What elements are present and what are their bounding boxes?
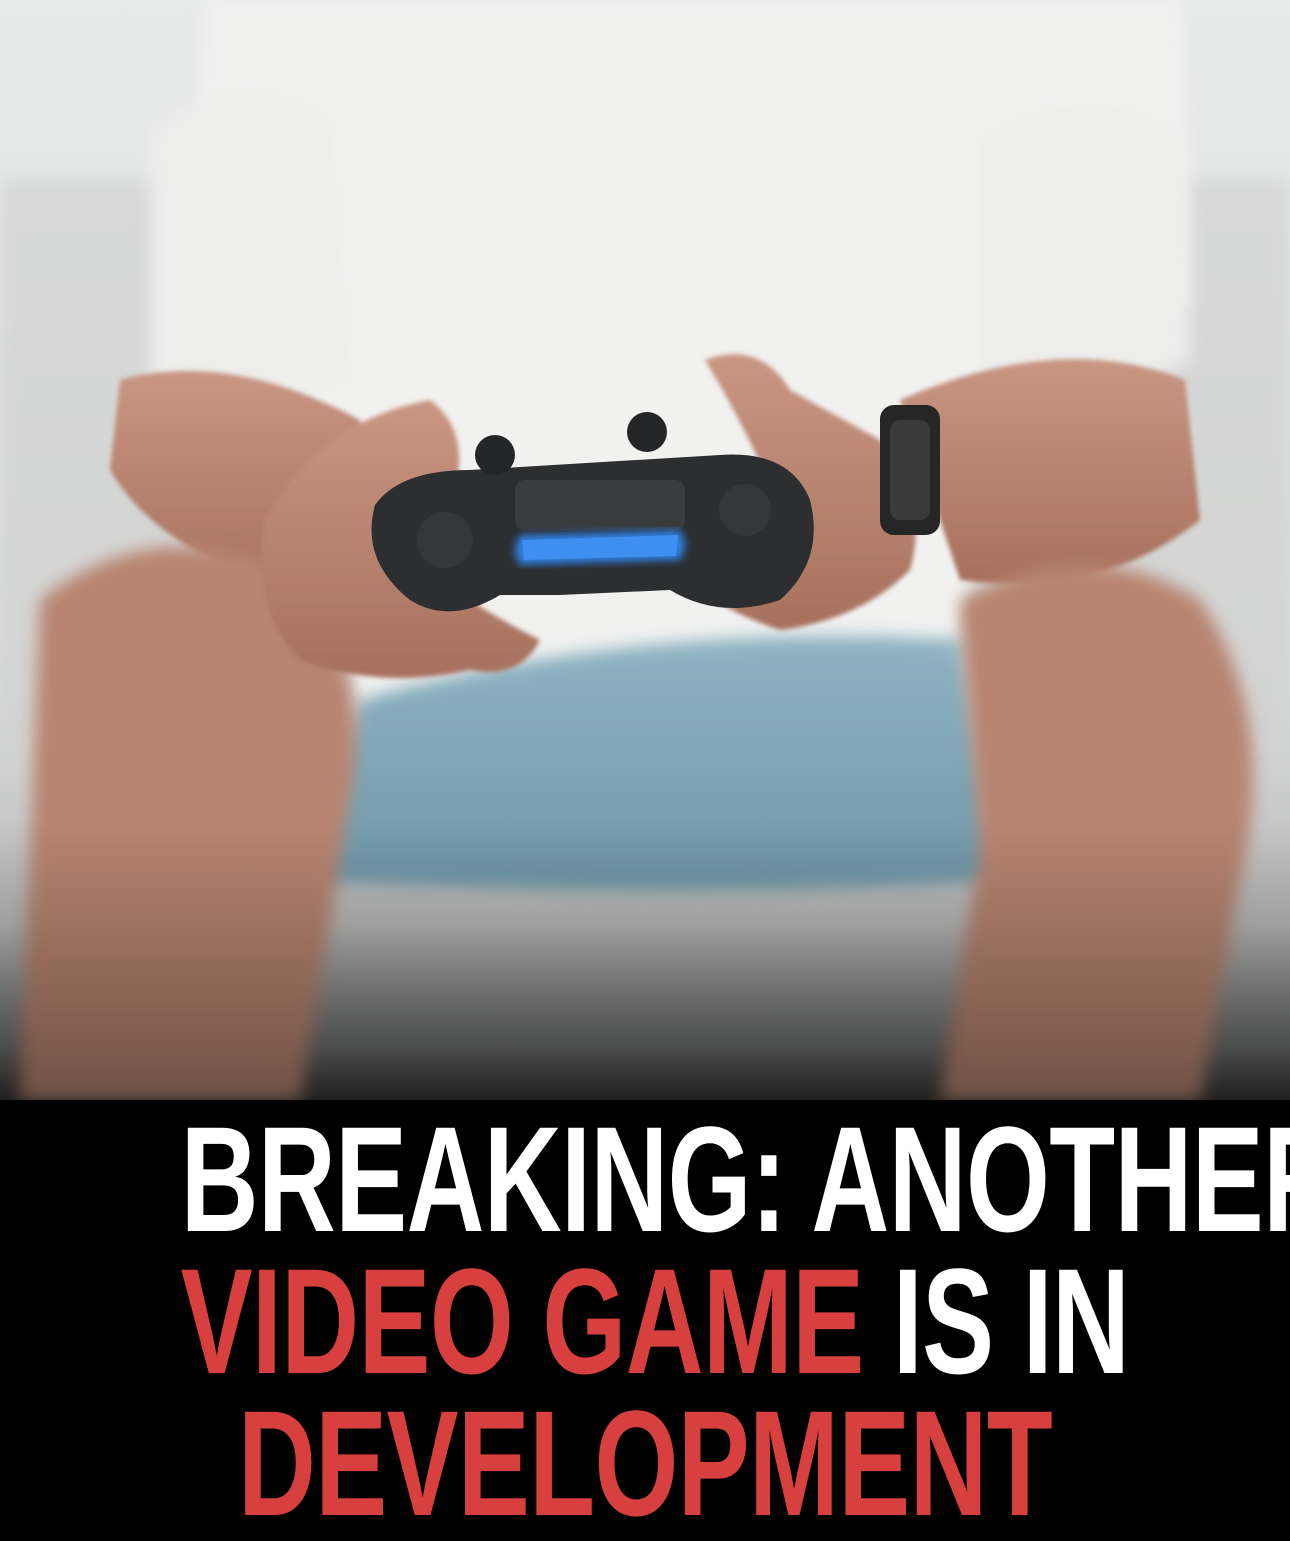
headline-line-3: DEVELOPMENT [237,1379,1053,1541]
headline: BREAKING: ANOTHER VIDEO GAME IS IN DEVEL… [0,1095,1290,1541]
headline-line-1: BREAKING: ANOTHER [180,1095,1290,1263]
headline-line-2: VIDEO GAME IS IN [181,1246,1130,1396]
post-image: BREAKING: ANOTHER VIDEO GAME IS IN DEVEL… [0,0,1290,1541]
